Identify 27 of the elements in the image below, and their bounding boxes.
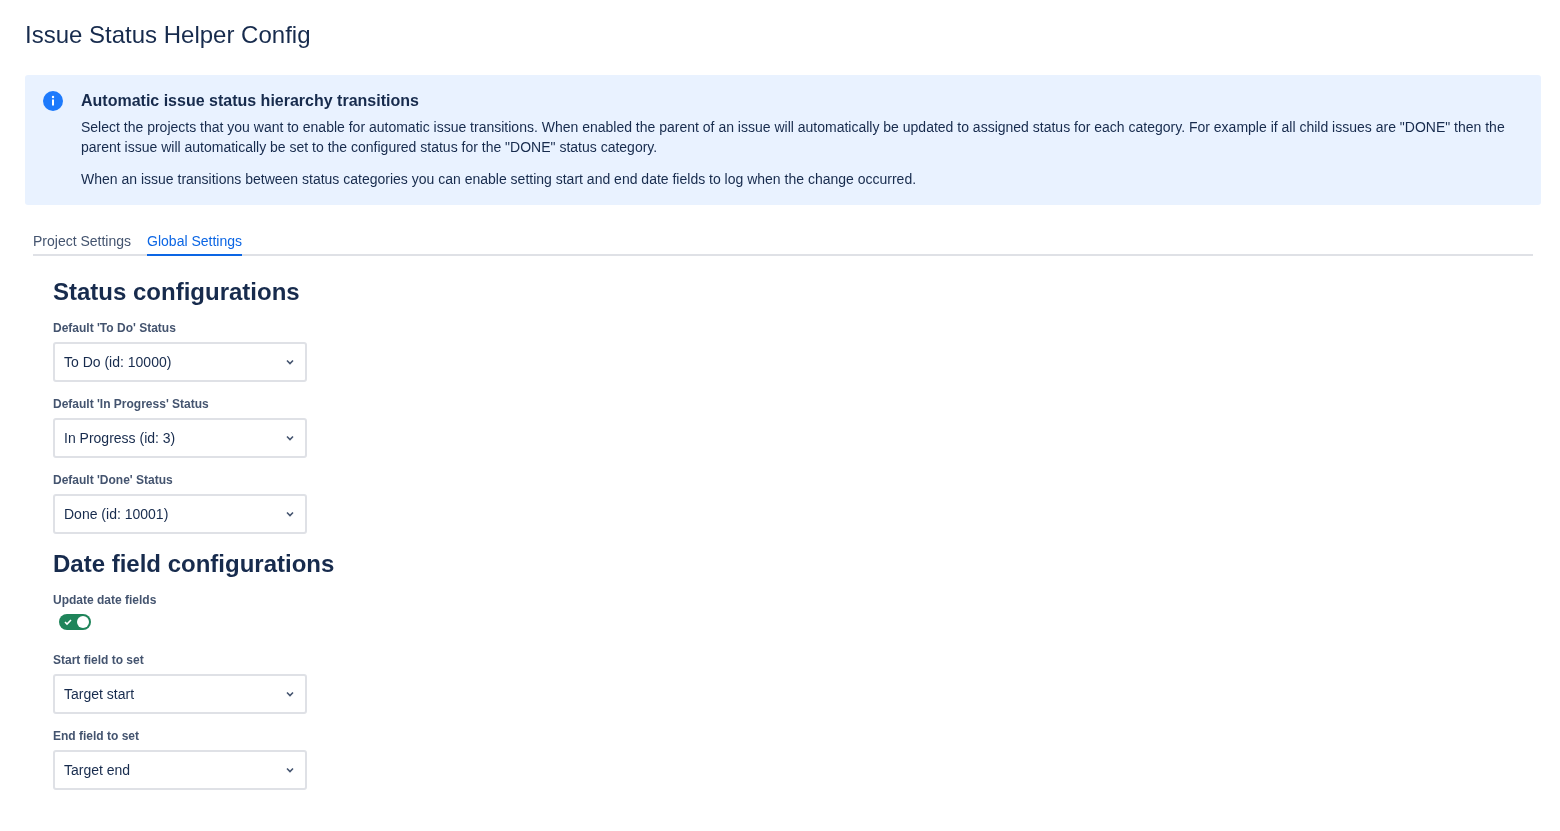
banner-text: When an issue transitions between status categories you can enable setting start and end date fields to log when the change occurred.: [81, 170, 918, 189]
section-heading: Date field configurations: [53, 549, 336, 579]
chevron-down-icon: [285, 767, 295, 773]
field-label: Default 'In Progress' Status: [53, 396, 210, 412]
check-icon: [63, 617, 73, 627]
select-field[interactable]: To Do (id: 10000): [53, 342, 307, 382]
select-field[interactable]: Target end: [53, 750, 307, 790]
select-field[interactable]: In Progress (id: 3): [53, 418, 307, 458]
info-icon: [43, 91, 63, 111]
chevron-down-icon: [285, 511, 295, 517]
banner-title: Automatic issue status hierarchy transitions: [81, 91, 420, 111]
tab[interactable]: Project Settings: [33, 231, 132, 256]
tab[interactable]: Global Settings: [147, 231, 242, 256]
banner-text: Select the projects that you want to enable for automatic issue transitions. When enabled the parent of an issue will automatically be updated to assigned status for each category. For example if all child issues are "DONE" then the parent issue will automatically be set to the configured status for the "DONE" status category.: [81, 118, 1506, 157]
field-label: Default 'To Do' Status: [53, 320, 177, 336]
chevron-down-icon: [285, 435, 295, 441]
chevron-down-icon: [285, 691, 295, 697]
section-heading: Status configurations: [53, 277, 301, 307]
field-label: Start field to set: [53, 652, 145, 668]
field-label: Update date fields: [53, 592, 158, 608]
select-field[interactable]: Target start: [53, 674, 307, 714]
select-field[interactable]: Done (id: 10001): [53, 494, 307, 534]
field-label: Default 'Done' Status: [53, 472, 174, 488]
field-label: End field to set: [53, 728, 140, 744]
page-title: Issue Status Helper Config: [25, 20, 312, 50]
chevron-down-icon: [285, 359, 295, 365]
toggle-switch[interactable]: [59, 614, 91, 630]
